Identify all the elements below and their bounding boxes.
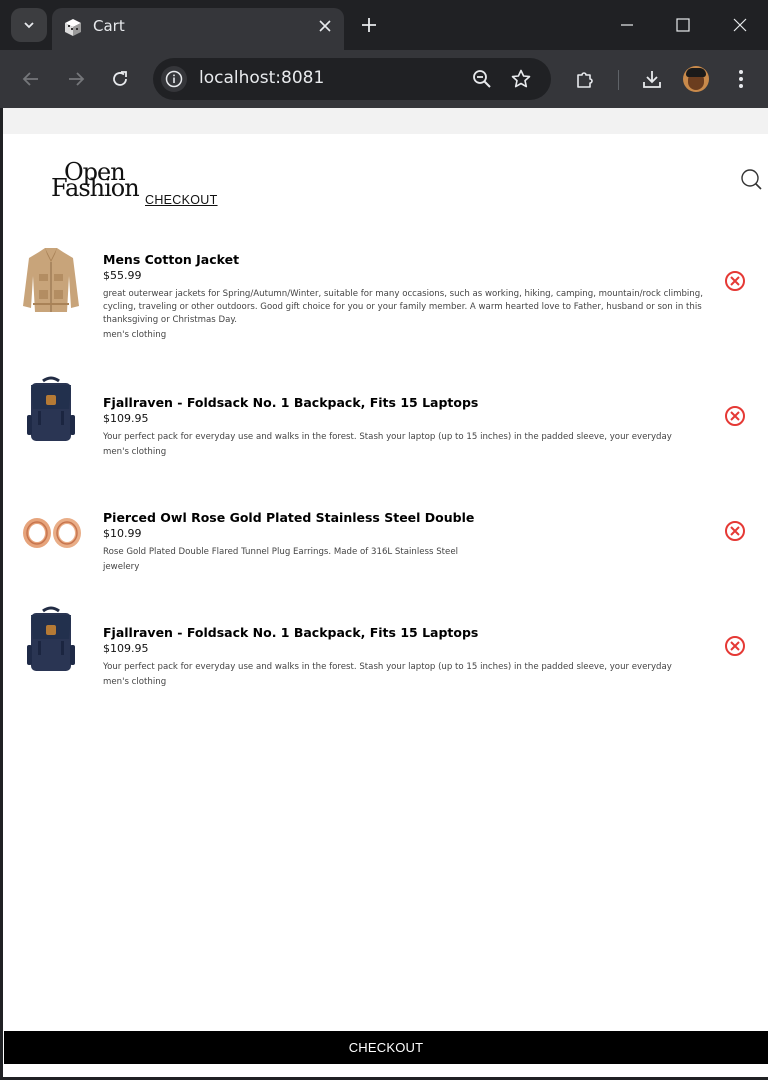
earrings-image (23, 518, 81, 548)
forward-button[interactable] (62, 65, 90, 93)
url-text: localhost:8081 (199, 68, 325, 88)
search-button[interactable] (740, 168, 764, 192)
reload-button[interactable] (106, 65, 134, 93)
address-bar[interactable]: localhost:8081 (153, 58, 551, 100)
new-tab-button[interactable] (356, 12, 382, 38)
remove-item-button[interactable] (724, 270, 746, 292)
extensions-button[interactable] (571, 65, 599, 93)
zoom-out-icon (473, 70, 491, 88)
item-price: $109.95 (103, 412, 149, 425)
item-description: Rose Gold Plated Double Flared Tunnel Pl… (103, 547, 459, 557)
page-viewport: Open Fashion CHECKOUT Mens Cotton Jacket (3, 108, 768, 1077)
zoom-button[interactable] (468, 65, 496, 93)
window-close-button[interactable] (725, 10, 755, 40)
profile-avatar[interactable] (683, 66, 709, 92)
site-info-button[interactable] (161, 66, 187, 92)
bookmark-button[interactable] (507, 65, 535, 93)
top-strip (3, 108, 768, 134)
chevron-down-icon (24, 22, 34, 29)
tab-title: Cart (93, 17, 125, 35)
more-vertical-icon (739, 70, 743, 88)
item-price: $10.99 (103, 527, 142, 540)
cart-item-info: Pierced Owl Rose Gold Plated Stainless S… (103, 510, 718, 574)
item-description: Your perfect pack for everyday use and w… (103, 432, 672, 442)
remove-item-button[interactable] (724, 520, 746, 542)
tab-close-button[interactable] (316, 17, 334, 35)
logo-line-2: Fashion (51, 174, 140, 202)
arrow-left-icon (22, 72, 38, 86)
cart-item-info: Fjallraven - Foldsack No. 1 Backpack, Fi… (103, 625, 718, 689)
arrow-right-icon (69, 72, 85, 86)
item-price: $109.95 (103, 642, 149, 655)
minimize-button[interactable] (612, 10, 642, 40)
item-category: jewelery (103, 562, 140, 572)
browser-menu-button[interactable] (727, 65, 755, 93)
downloads-button[interactable] (638, 65, 666, 93)
site-favicon-icon (65, 19, 81, 36)
browser-toolbar: localhost:8081 (0, 50, 768, 108)
page-bottom-margin (3, 1064, 768, 1077)
browser-tab-cart[interactable]: Cart (52, 8, 344, 50)
info-icon (165, 70, 183, 88)
backpack-image (27, 606, 75, 671)
item-category: men's clothing (103, 330, 167, 340)
reload-icon (113, 71, 127, 86)
back-button[interactable] (17, 65, 45, 93)
remove-item-button[interactable] (724, 635, 746, 657)
cart-item-info: Mens Cotton Jacket $55.99 great outerwea… (103, 252, 718, 342)
page-title: CHECKOUT (145, 193, 218, 207)
puzzle-icon (577, 72, 593, 88)
maximize-icon (676, 18, 690, 32)
minimize-icon (621, 24, 633, 26)
item-category: men's clothing (103, 677, 167, 687)
star-icon (511, 69, 531, 88)
item-title[interactable]: Pierced Owl Rose Gold Plated Stainless S… (103, 510, 718, 526)
toolbar-separator (618, 70, 619, 90)
tab-search-button[interactable] (11, 8, 47, 42)
backpack-image (27, 376, 75, 441)
open-fashion-logo[interactable]: Open Fashion (51, 160, 141, 202)
search-icon (741, 169, 762, 190)
item-price: $55.99 (103, 269, 142, 282)
download-icon (643, 71, 661, 88)
item-category: men's clothing (103, 447, 167, 457)
cart-item-info: Fjallraven - Foldsack No. 1 Backpack, Fi… (103, 395, 718, 459)
browser-tab-strip: Cart (0, 0, 768, 50)
item-title[interactable]: Mens Cotton Jacket (103, 252, 718, 268)
remove-item-button[interactable] (724, 405, 746, 427)
item-title[interactable]: Fjallraven - Foldsack No. 1 Backpack, Fi… (103, 625, 718, 641)
maximize-button[interactable] (668, 10, 698, 40)
item-title[interactable]: Fjallraven - Foldsack No. 1 Backpack, Fi… (103, 395, 718, 411)
plus-icon (362, 18, 376, 32)
close-icon (319, 20, 331, 32)
checkout-button[interactable]: CHECKOUT (4, 1031, 768, 1064)
item-description: Your perfect pack for everyday use and w… (103, 662, 672, 672)
close-icon (733, 18, 747, 32)
jacket-image (23, 248, 79, 312)
item-description: great outerwear jackets for Spring/Autum… (103, 289, 703, 325)
